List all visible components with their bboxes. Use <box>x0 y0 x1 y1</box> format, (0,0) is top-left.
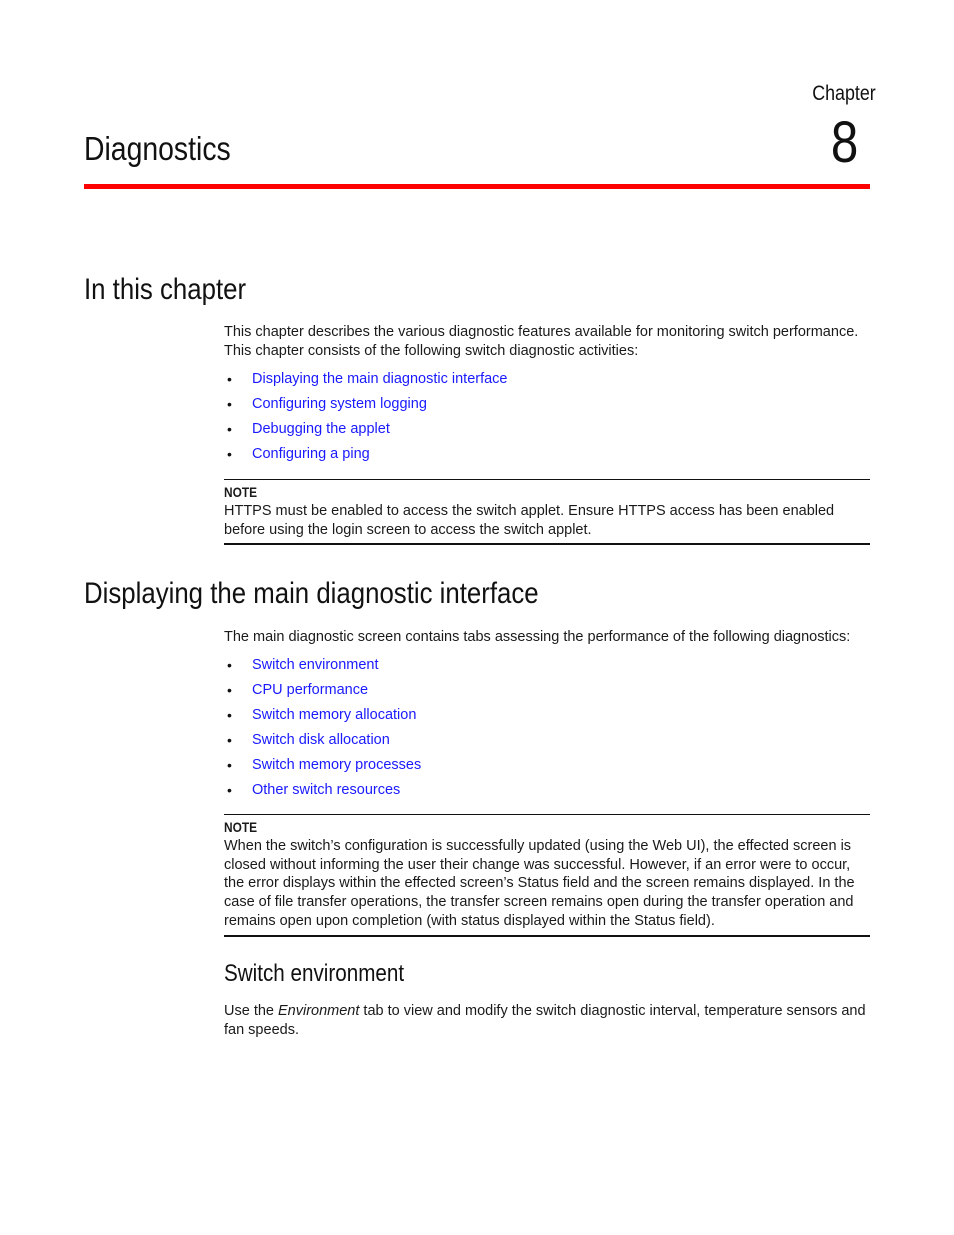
main-diagnostic-intro: The main diagnostic screen contains tabs… <box>224 629 851 645</box>
switch-environment-text: Use the Environment tab to view and modi… <box>224 1002 870 1040</box>
subsection-heading-switch-environment: Switch environment <box>224 960 405 987</box>
note-text: HTTPS must be enabled to access the swit… <box>224 503 835 538</box>
bullet-icon: • <box>227 421 232 437</box>
section-heading-in-this-chapter: In this chapter <box>84 273 247 306</box>
bullet-icon: • <box>227 682 232 698</box>
bullet-icon: • <box>227 782 232 798</box>
note-label: NOTE <box>224 819 258 835</box>
chapter-label: Chapter <box>812 82 876 105</box>
note-text: When the switch’s configuration is succe… <box>224 838 855 929</box>
bullet-icon: • <box>227 757 232 773</box>
bullet-icon: • <box>227 371 232 387</box>
link-displaying-main-diagnostic-interface[interactable]: Displaying the main diagnostic interface <box>252 369 508 389</box>
chapter-title: Diagnostics <box>84 130 231 167</box>
link-cpu-performance[interactable]: CPU performance <box>252 680 368 700</box>
bullet-icon: • <box>227 707 232 723</box>
bullet-icon: • <box>227 396 232 412</box>
bullet-icon: • <box>227 657 232 673</box>
chapter-number: 8 <box>830 110 858 175</box>
link-switch-memory-processes[interactable]: Switch memory processes <box>252 755 421 775</box>
link-switch-memory-allocation[interactable]: Switch memory allocation <box>252 705 416 725</box>
note-https: NOTE HTTPS must be enabled to access the… <box>224 479 870 546</box>
in-this-chapter-intro: This chapter describes the various diagn… <box>224 324 859 359</box>
link-switch-environment[interactable]: Switch environment <box>252 655 379 675</box>
link-configuring-system-logging[interactable]: Configuring system logging <box>252 394 427 414</box>
note-label: NOTE <box>224 484 258 500</box>
link-other-switch-resources[interactable]: Other switch resources <box>252 780 400 800</box>
section-heading-main-diagnostic: Displaying the main diagnostic interface <box>84 577 539 610</box>
bullet-icon: • <box>227 446 232 462</box>
link-switch-disk-allocation[interactable]: Switch disk allocation <box>252 730 390 750</box>
note-web-ui-updates: NOTE When the switch’s configuration is … <box>224 814 870 937</box>
bullet-icon: • <box>227 732 232 748</box>
text-segment: Use the <box>224 1003 278 1019</box>
link-debugging-the-applet[interactable]: Debugging the applet <box>252 419 390 439</box>
environment-tab-name: Environment <box>278 1003 360 1019</box>
chapter-title-rule <box>84 184 870 189</box>
link-configuring-a-ping[interactable]: Configuring a ping <box>252 444 370 464</box>
